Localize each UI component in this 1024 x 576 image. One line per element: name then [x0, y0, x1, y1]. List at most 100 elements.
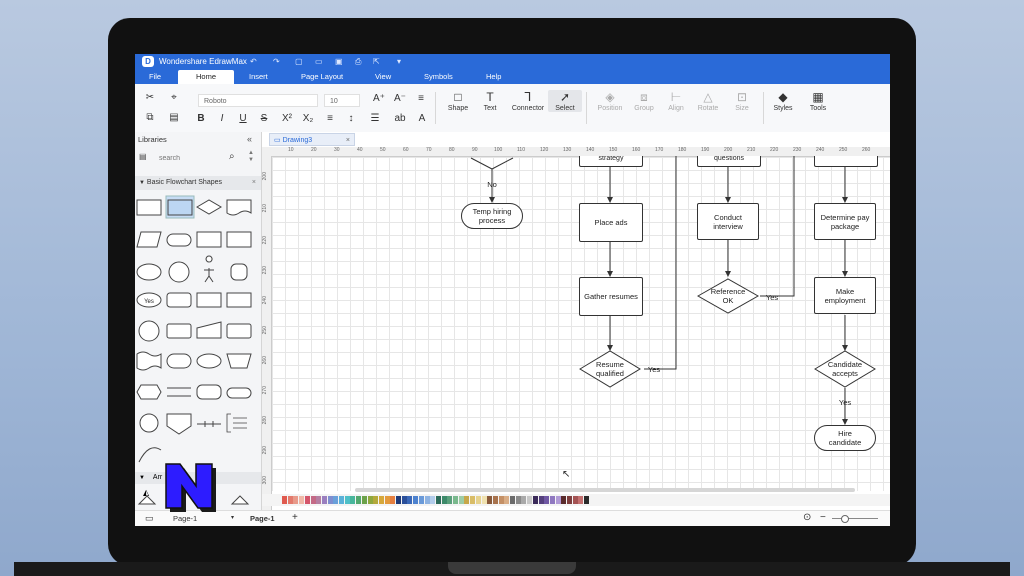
font-size-select[interactable]: 10: [324, 94, 360, 107]
menu-symbols[interactable]: Symbols: [424, 72, 453, 81]
color-swatch[interactable]: [418, 496, 424, 504]
color-swatch[interactable]: [521, 496, 527, 504]
arrow-up-shape[interactable]: [230, 495, 250, 505]
color-swatch[interactable]: [544, 496, 550, 504]
tools-button[interactable]: ▦ Tools: [801, 90, 835, 112]
quick-access-dropdown-icon[interactable]: ▾: [397, 57, 401, 66]
data-store-shape[interactable]: [226, 292, 252, 308]
manual-operation-shape[interactable]: [226, 353, 252, 369]
category-basic-flowchart[interactable]: ▼ Basic Flowchart Shapes ×: [135, 176, 261, 190]
actor-shape[interactable]: [204, 255, 214, 283]
canvas-area[interactable]: ▭ Drawing3 × 10 20 30 40 50 60 70 80 90 …: [262, 132, 890, 510]
menu-insert[interactable]: Insert: [249, 72, 268, 81]
color-swatch[interactable]: [407, 496, 413, 504]
color-swatch[interactable]: [498, 496, 504, 504]
color-swatch[interactable]: [413, 496, 419, 504]
font-color-icon[interactable]: A: [415, 113, 429, 124]
shrink-font-icon[interactable]: A⁻: [393, 93, 407, 104]
color-swatch[interactable]: [282, 496, 287, 504]
partial-process-strategy[interactable]: strategy: [579, 156, 643, 167]
color-swatch[interactable]: [492, 496, 498, 504]
circle-shape[interactable]: [168, 261, 190, 283]
color-swatch[interactable]: [555, 496, 561, 504]
terminator-hire-candidate[interactable]: Hire candidate: [814, 425, 876, 451]
color-swatch[interactable]: [584, 496, 590, 504]
menu-home[interactable]: Home: [178, 70, 234, 84]
color-swatch[interactable]: [487, 496, 493, 504]
styles-button[interactable]: ◆ Styles: [766, 90, 800, 112]
rotate-button[interactable]: △ Rotate: [691, 90, 725, 112]
stored-data-shape[interactable]: [166, 323, 192, 339]
decision-shape[interactable]: [196, 199, 222, 215]
page-tab[interactable]: Page-1: [250, 514, 275, 523]
color-swatch[interactable]: [504, 496, 510, 504]
tape-shape[interactable]: [136, 351, 162, 371]
color-swatch[interactable]: [384, 496, 390, 504]
color-swatch[interactable]: [424, 496, 430, 504]
size-button[interactable]: ⊡ Size: [725, 90, 759, 112]
annotation-shape[interactable]: [226, 413, 247, 433]
scroll-arrows-icon[interactable]: ▲ ▼: [248, 150, 254, 164]
group-button[interactable]: ⧈ Group: [627, 90, 661, 112]
line-spacing-icon[interactable]: ↕: [344, 113, 358, 124]
paste-icon[interactable]: ▤: [167, 112, 181, 123]
library-menu-icon[interactable]: ▤: [139, 152, 147, 161]
data-shape[interactable]: [136, 231, 162, 248]
color-swatch[interactable]: [316, 496, 322, 504]
process-shape[interactable]: [136, 199, 162, 216]
color-swatch[interactable]: [333, 496, 339, 504]
color-swatch[interactable]: [304, 496, 310, 504]
color-swatch[interactable]: [549, 496, 555, 504]
process-make-employment[interactable]: Make employment: [814, 277, 876, 314]
page-view-icon[interactable]: ▭: [145, 513, 154, 524]
save-icon[interactable]: ▣: [335, 57, 343, 66]
color-swatch[interactable]: [458, 496, 464, 504]
ellipse-shape[interactable]: [136, 263, 162, 281]
subscript-icon[interactable]: X₂: [301, 113, 315, 124]
color-swatch[interactable]: [464, 496, 470, 504]
color-swatch[interactable]: [510, 496, 515, 504]
cut-icon[interactable]: ✂: [143, 92, 157, 103]
zoom-out-icon[interactable]: −: [820, 512, 826, 523]
terminator-shape[interactable]: [166, 233, 192, 247]
color-swatch[interactable]: [430, 496, 436, 504]
text-align-icon[interactable]: ≡: [323, 113, 337, 124]
process-determine-pay[interactable]: Determine pay package: [814, 203, 876, 240]
color-swatch[interactable]: [567, 496, 572, 504]
grow-font-icon[interactable]: A⁺: [372, 93, 386, 104]
color-swatch[interactable]: [441, 496, 447, 504]
zoom-slider-thumb[interactable]: [841, 515, 849, 523]
color-swatch[interactable]: [475, 496, 481, 504]
color-swatch[interactable]: [310, 496, 316, 504]
delay-shape[interactable]: [166, 353, 192, 369]
library-search-input[interactable]: [157, 151, 239, 166]
color-swatch[interactable]: [578, 496, 584, 504]
collapse-panel-icon[interactable]: «: [247, 134, 252, 144]
color-swatch[interactable]: [390, 496, 396, 504]
process-conduct-interview[interactable]: Conduct interview: [697, 203, 759, 240]
superscript-icon[interactable]: X²: [280, 113, 294, 124]
text-case-icon[interactable]: ab: [391, 113, 409, 124]
export-icon[interactable]: ⇱: [373, 57, 380, 66]
align-text-icon[interactable]: ≡: [414, 93, 428, 104]
bullets-icon[interactable]: ☰: [368, 113, 382, 124]
color-swatch[interactable]: [401, 496, 407, 504]
zoom-slider[interactable]: [832, 518, 878, 519]
color-swatch[interactable]: [538, 496, 544, 504]
underline-icon[interactable]: U: [236, 113, 250, 124]
open-folder-icon[interactable]: ▭: [315, 57, 323, 66]
off-page-reference-shape[interactable]: [166, 413, 192, 435]
color-swatch[interactable]: [287, 496, 293, 504]
color-swatch[interactable]: [378, 496, 384, 504]
on-page-reference-shape[interactable]: [139, 413, 159, 433]
person-shape[interactable]: [230, 263, 248, 281]
menu-file[interactable]: File: [149, 72, 161, 81]
italic-icon[interactable]: I: [215, 113, 229, 124]
shape-tool-button[interactable]: □ Shape: [441, 90, 475, 112]
format-painter-icon[interactable]: ⌖: [167, 92, 181, 103]
color-swatch[interactable]: [327, 496, 333, 504]
fill-bucket-icon[interactable]: ◭: [143, 488, 149, 497]
select-tool-button[interactable]: ➚ Select: [548, 90, 582, 112]
menu-page-layout[interactable]: Page Layout: [301, 72, 343, 81]
color-swatch[interactable]: [470, 496, 476, 504]
